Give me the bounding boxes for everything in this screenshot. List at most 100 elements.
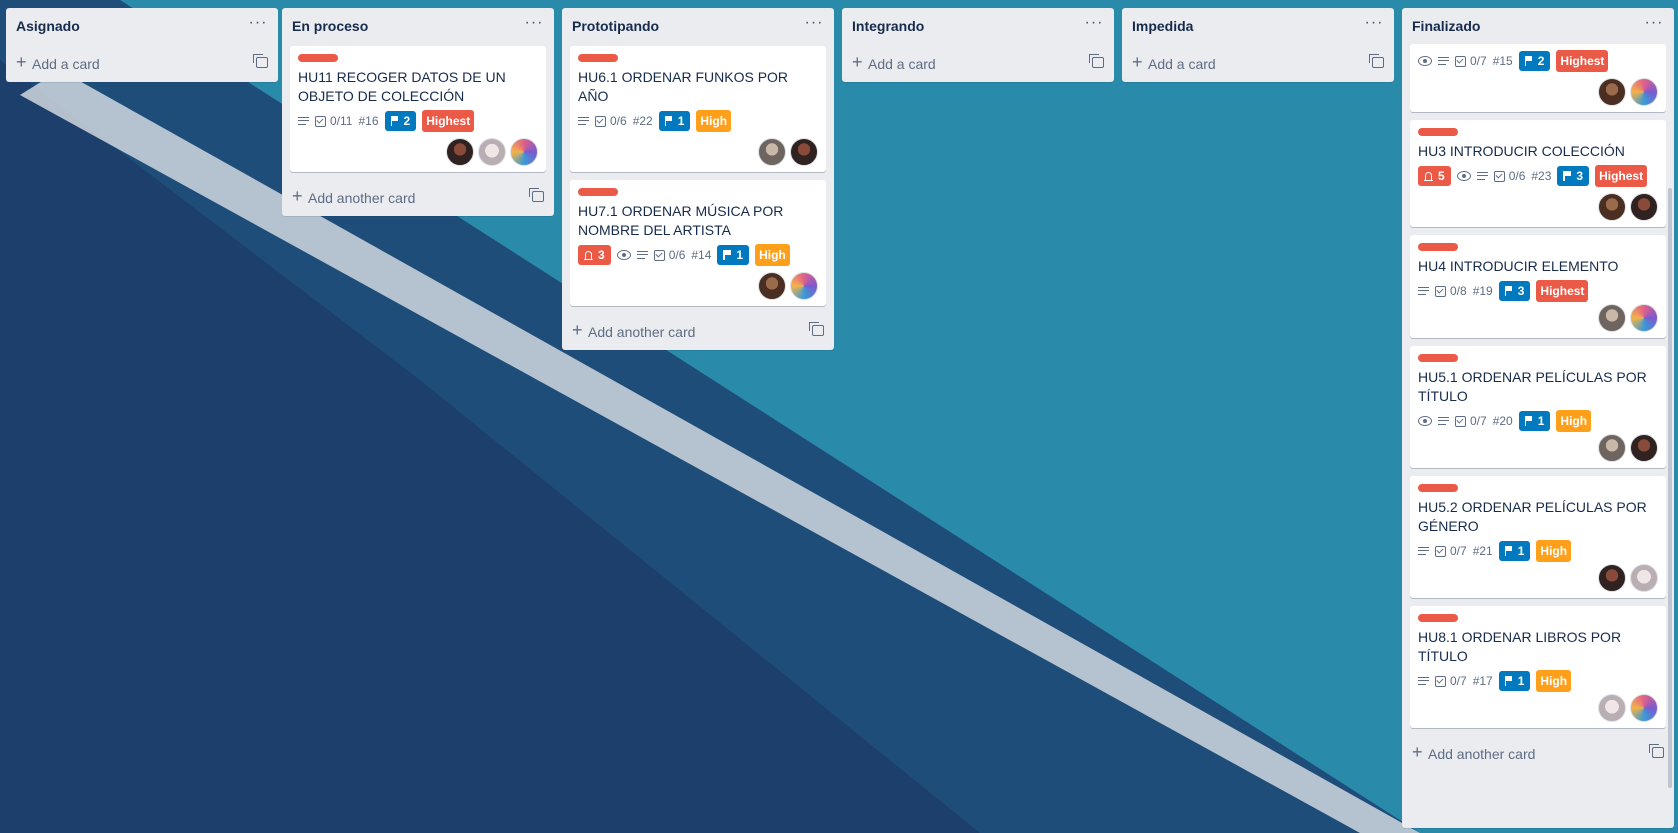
avatar[interactable] — [1630, 304, 1658, 332]
avatar[interactable] — [790, 138, 818, 166]
card-label-red[interactable] — [578, 188, 618, 196]
avatar[interactable] — [790, 272, 818, 300]
list-title[interactable]: Integrando — [852, 18, 924, 34]
card[interactable]: HU5.2 ORDENAR PELÍCULAS POR GÉNERO 0/7 #… — [1410, 476, 1666, 598]
notification-badge: 3 — [578, 245, 611, 265]
card-label-red[interactable] — [1418, 354, 1458, 362]
card-members — [1418, 564, 1658, 592]
more-icon[interactable]: ··· — [1082, 14, 1106, 36]
card-number: #17 — [1472, 674, 1493, 688]
avatar[interactable] — [758, 272, 786, 300]
card-members — [1418, 193, 1658, 221]
avatar[interactable] — [1598, 304, 1626, 332]
checklist-count: 0/6 — [668, 248, 686, 262]
avatar[interactable] — [478, 138, 506, 166]
card[interactable]: HU3 INTRODUCIR COLECCIÓN 5 0/6 #23 3 Hig… — [1410, 120, 1666, 227]
checklist-icon — [1435, 675, 1446, 687]
eye-icon — [1418, 411, 1432, 431]
card-label-red[interactable] — [1418, 614, 1458, 622]
flag-badge: 1 — [1498, 671, 1531, 691]
card-label-red[interactable] — [298, 54, 338, 62]
card-label-red[interactable] — [1418, 243, 1458, 251]
eye-icon — [1456, 166, 1471, 186]
card-title: HU5.1 ORDENAR PELÍCULAS POR TÍTULO — [1418, 369, 1647, 404]
avatar[interactable] — [510, 138, 538, 166]
checklist-badge: 0/6 — [595, 111, 627, 131]
checklist-count: 0/7 — [1450, 544, 1467, 558]
avatar[interactable] — [1630, 434, 1658, 462]
card-number: #22 — [632, 114, 653, 128]
template-icon[interactable] — [809, 322, 824, 336]
template-icon[interactable] — [1369, 54, 1384, 68]
avatar[interactable] — [1630, 564, 1658, 592]
template-icon[interactable] — [1089, 54, 1104, 68]
add-card-label: Add a card — [868, 56, 936, 72]
list-title[interactable]: Prototipando — [572, 18, 659, 34]
plus-icon: + — [852, 52, 863, 72]
add-card-button[interactable]: + Add another card — [1402, 736, 1674, 772]
card-members — [1418, 78, 1658, 106]
more-icon[interactable]: ··· — [522, 14, 546, 36]
template-icon[interactable] — [1649, 744, 1664, 758]
avatar[interactable] — [1630, 78, 1658, 106]
checklist-badge: 0/7 — [1455, 411, 1487, 431]
avatar[interactable] — [758, 138, 786, 166]
card[interactable]: HU8.1 ORDENAR LIBROS POR TÍTULO 0/7 #17 … — [1410, 606, 1666, 728]
flag-badge: 2 — [1518, 51, 1551, 71]
priority-badge: Highest — [1556, 50, 1609, 72]
card-title: HU8.1 ORDENAR LIBROS POR TÍTULO — [1418, 629, 1622, 664]
list-title[interactable]: Impedida — [1132, 18, 1193, 34]
more-icon[interactable]: ··· — [802, 14, 826, 36]
description-icon — [1418, 671, 1429, 691]
list-title[interactable]: En proceso — [292, 18, 368, 34]
avatar[interactable] — [1598, 694, 1626, 722]
card[interactable]: 0/7 #15 2 Highest — [1410, 44, 1666, 112]
add-card-button[interactable]: + Add another card — [282, 180, 554, 216]
template-icon[interactable] — [253, 54, 268, 68]
card-label-red[interactable] — [578, 54, 618, 62]
avatar[interactable] — [1630, 193, 1658, 221]
checklist-badge: 0/6 — [653, 245, 686, 265]
checklist-icon — [1455, 415, 1466, 427]
card-label-red[interactable] — [1418, 484, 1458, 492]
add-card-button[interactable]: + Add a card — [842, 46, 1114, 82]
avatar[interactable] — [1630, 694, 1658, 722]
description-icon — [298, 111, 309, 131]
flag-badge: 3 — [1498, 281, 1531, 301]
more-icon[interactable]: ··· — [1642, 14, 1666, 36]
card-label-red[interactable] — [1418, 128, 1458, 136]
list-title[interactable]: Asignado — [16, 18, 80, 34]
more-icon[interactable]: ··· — [246, 14, 270, 36]
add-card-button[interactable]: + Add another card — [562, 314, 834, 350]
card-members — [578, 272, 818, 300]
template-icon[interactable] — [529, 188, 544, 202]
priority-badge: Highest — [422, 110, 475, 132]
list-finalizado: Finalizado ··· 0/7 #15 2 Highest HU3 INT… — [1402, 8, 1674, 828]
eye-icon — [1418, 51, 1432, 71]
description-icon — [636, 245, 648, 265]
more-icon[interactable]: ··· — [1362, 14, 1386, 36]
card-number: #23 — [1531, 169, 1552, 183]
card-number: #21 — [1472, 544, 1493, 558]
card[interactable]: HU6.1 ORDENAR FUNKOS POR AÑO 0/6 #22 1 H… — [570, 46, 826, 172]
card[interactable]: HU4 INTRODUCIR ELEMENTO 0/8 #19 3 Highes… — [1410, 235, 1666, 338]
flag-icon — [1524, 56, 1533, 66]
avatar[interactable] — [1598, 78, 1626, 106]
checklist-count: 0/6 — [610, 114, 627, 128]
avatar[interactable] — [1598, 434, 1626, 462]
add-card-button[interactable]: + Add a card — [1122, 46, 1394, 82]
list-title[interactable]: Finalizado — [1412, 18, 1480, 34]
avatar[interactable] — [1598, 193, 1626, 221]
card[interactable]: HU7.1 ORDENAR MÚSICA POR NOMBRE DEL ARTI… — [570, 180, 826, 306]
list-scrollbar[interactable] — [1668, 188, 1672, 788]
checklist-badge: 0/7 — [1455, 51, 1487, 71]
flag-badge: 1 — [1498, 541, 1531, 561]
card[interactable]: HU5.1 ORDENAR PELÍCULAS POR TÍTULO 0/7 #… — [1410, 346, 1666, 468]
avatar[interactable] — [1598, 564, 1626, 592]
card[interactable]: HU11 RECOGER DATOS DE UN OBJETO DE COLEC… — [290, 46, 546, 172]
avatar[interactable] — [446, 138, 474, 166]
card-title: HU11 RECOGER DATOS DE UN OBJETO DE COLEC… — [298, 69, 506, 104]
description-icon — [1438, 51, 1449, 71]
description-icon — [1418, 541, 1429, 561]
add-card-button[interactable]: + Add a card — [6, 46, 278, 82]
